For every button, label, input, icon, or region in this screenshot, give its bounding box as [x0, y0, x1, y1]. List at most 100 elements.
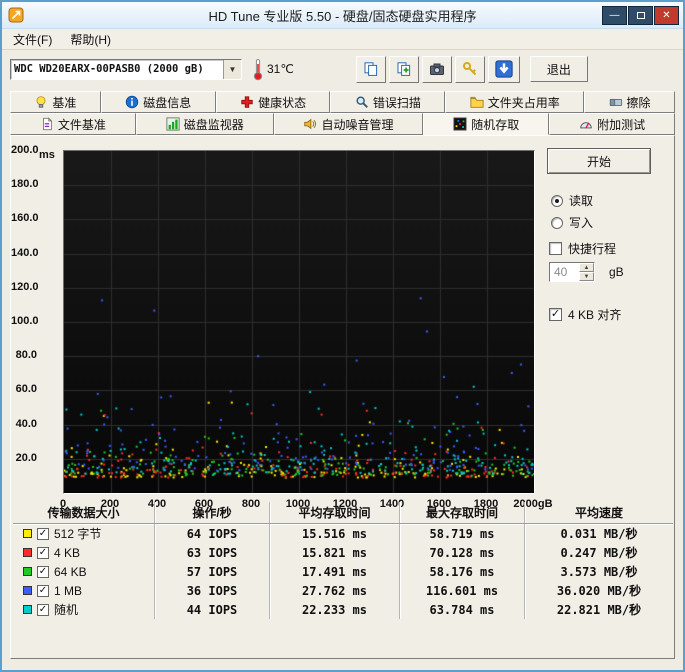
spin-up-icon[interactable]: ▲ [579, 263, 594, 272]
avg-access-time-cell: 22.233 ms [270, 600, 400, 619]
copy-add-button[interactable] [388, 55, 419, 83]
table-row: ✓ 512 字节 64 IOPS 15.516 ms 58.719 ms 0.031 MB… [13, 524, 673, 543]
avg-speed-cell: 3.573 MB/秒 [560, 565, 638, 579]
close-button[interactable]: ✕ [654, 5, 679, 25]
y-tick-label: 80.0 [15, 349, 37, 362]
keys-button[interactable] [454, 55, 485, 83]
tab-random-access-label: 随机存取 [471, 117, 520, 132]
file-icon [40, 117, 54, 131]
y-tick-label: 40.0 [15, 417, 37, 430]
eraser-icon [609, 95, 623, 109]
series-color-swatch [23, 567, 32, 576]
maximize-button[interactable] [628, 5, 653, 25]
series-checkbox[interactable]: ✓ [37, 565, 49, 578]
tab-erase[interactable]: 擦除 [584, 91, 675, 113]
table-row: ✓ 4 KB 63 IOPS 15.821 ms 70.128 ms 0.247 MB/秒 [13, 543, 673, 562]
tab-folder-usage[interactable]: 文件夹占用率 [445, 91, 585, 113]
tab-erase-label: 擦除 [626, 95, 651, 110]
iops-cell: 64 IOPS [155, 524, 270, 543]
y-tick-label: 160.0 [11, 212, 39, 225]
series-label: 4 KB [54, 545, 81, 560]
tab-file-benchmark[interactable]: 文件基准 [10, 113, 136, 135]
tab-random-access[interactable]: 随机存取 [423, 113, 550, 135]
table-row: ✓ 64 KB 57 IOPS 17.491 ms 58.176 ms 3.573 MB/… [13, 562, 673, 581]
results-header-cell: 传输数据大小 [13, 502, 155, 523]
series-label-cell: ✓ 随机 [13, 600, 155, 619]
menu-help[interactable]: 帮助(H) [61, 29, 120, 50]
y-tick-label: 200.0 [11, 144, 39, 156]
bar-chart-icon [166, 117, 180, 131]
tab-error-scan-label: 错误扫描 [372, 95, 421, 110]
menu-file[interactable]: 文件(F) [4, 29, 61, 50]
tab-folder-usage-label: 文件夹占用率 [487, 95, 560, 110]
exit-button[interactable]: 退出 [529, 56, 588, 82]
chevron-down-icon[interactable]: ▼ [223, 59, 241, 79]
y-tick-label: 60.0 [15, 383, 37, 396]
tab-benchmark[interactable]: 基准 [10, 91, 101, 113]
read-radio[interactable] [551, 194, 563, 207]
iops-cell: 36 IOPS [155, 581, 270, 600]
thermometer-icon [252, 58, 264, 81]
results-table: 传输数据大小 操作/秒 平均存取时间 最大存取时间 平均速度 ✓ 512 字节 64 IOP… [13, 502, 673, 619]
minimize-button[interactable]: — [602, 5, 627, 25]
series-checkbox[interactable]: ✓ [37, 527, 49, 540]
series-color-swatch [23, 529, 32, 538]
copy-button[interactable] [355, 55, 386, 83]
tab-disk-info-label: 磁盘信息 [143, 95, 192, 110]
series-checkbox[interactable]: ✓ [37, 603, 49, 616]
camera-icon [429, 61, 445, 77]
tab-error-scan[interactable]: 错误扫描 [330, 91, 446, 113]
short-stroke-size-field[interactable]: 40 ▲ ▼ [549, 262, 595, 282]
series-color-swatch [23, 605, 32, 614]
series-checkbox[interactable]: ✓ [37, 546, 49, 559]
gauge-icon [579, 117, 593, 131]
avg-access-time-cell: 17.491 ms [270, 562, 400, 581]
app-icon [8, 7, 24, 23]
health-cross-icon [240, 95, 254, 109]
series-label-cell: ✓ 512 字节 [13, 524, 155, 543]
align-4kb-label: 4 KB 对齐 [568, 308, 622, 322]
series-checkbox[interactable]: ✓ [37, 584, 49, 597]
avg-access-time-cell: 27.762 ms [270, 581, 400, 600]
download-button[interactable] [487, 55, 520, 83]
avg-speed-cell: 36.020 MB/秒 [556, 584, 642, 598]
max-access-time-cell: 63.784 ms [400, 600, 525, 619]
results-header-cell: 平均存取时间 [270, 502, 400, 523]
results-header-cell: 平均速度 [574, 506, 623, 520]
hd-tune-window: HD Tune 专业版 5.50 - 硬盘/固态硬盘实用程序 — ✕ 文件(F)… [0, 0, 685, 672]
tab-row-1: 基准 磁盘信息 健康状态 错误扫描 文件夹占用率 擦除 [10, 91, 675, 113]
results-header-cell: 操作/秒 [155, 502, 270, 523]
results-header-cell: 最大存取时间 [400, 502, 525, 523]
y-tick-label: 120.0 [11, 280, 39, 293]
max-access-time-cell: 116.601 ms [400, 581, 525, 600]
copy-icon [363, 61, 379, 77]
start-button[interactable]: 开始 [547, 148, 651, 174]
short-stroke-checkbox[interactable] [549, 242, 562, 255]
series-label: 512 字节 [54, 527, 102, 541]
avg-speed-cell: 0.247 MB/秒 [560, 546, 638, 560]
write-radio[interactable] [551, 216, 563, 229]
info-icon [125, 95, 139, 109]
series-label: 随机 [54, 603, 79, 617]
series-label: 1 MB [54, 583, 83, 598]
align-4kb-checkbox[interactable]: ✓ [549, 308, 562, 321]
max-access-time-cell: 58.176 ms [400, 562, 525, 581]
series-color-swatch [23, 548, 32, 557]
tab-health[interactable]: 健康状态 [215, 91, 331, 113]
magnifier-icon [355, 95, 369, 109]
read-radio-label: 读取 [569, 194, 594, 208]
y-tick-label: 20.0 [15, 451, 37, 464]
camera-button[interactable] [421, 55, 452, 83]
tab-extra-tests-label: 附加测试 [597, 117, 646, 132]
tab-disk-info[interactable]: 磁盘信息 [100, 91, 216, 113]
spin-down-icon[interactable]: ▼ [579, 272, 594, 281]
tab-extra-tests[interactable]: 附加测试 [549, 113, 675, 135]
results-table-body: ✓ 512 字节 64 IOPS 15.516 ms 58.719 ms 0.031 MB… [13, 524, 673, 619]
drive-select[interactable]: WDC WD20EARX-00PASB0 (2000 gB) ▼ [10, 58, 242, 80]
tab-disk-monitor[interactable]: 磁盘监视器 [135, 113, 274, 135]
tab-aam[interactable]: 自动噪音管理 [273, 113, 424, 135]
short-stroke-unit-label: gB [609, 265, 624, 279]
exit-button-label: 退出 [546, 62, 571, 77]
series-label-cell: ✓ 1 MB [13, 581, 155, 600]
tab-benchmark-label: 基准 [52, 95, 77, 110]
